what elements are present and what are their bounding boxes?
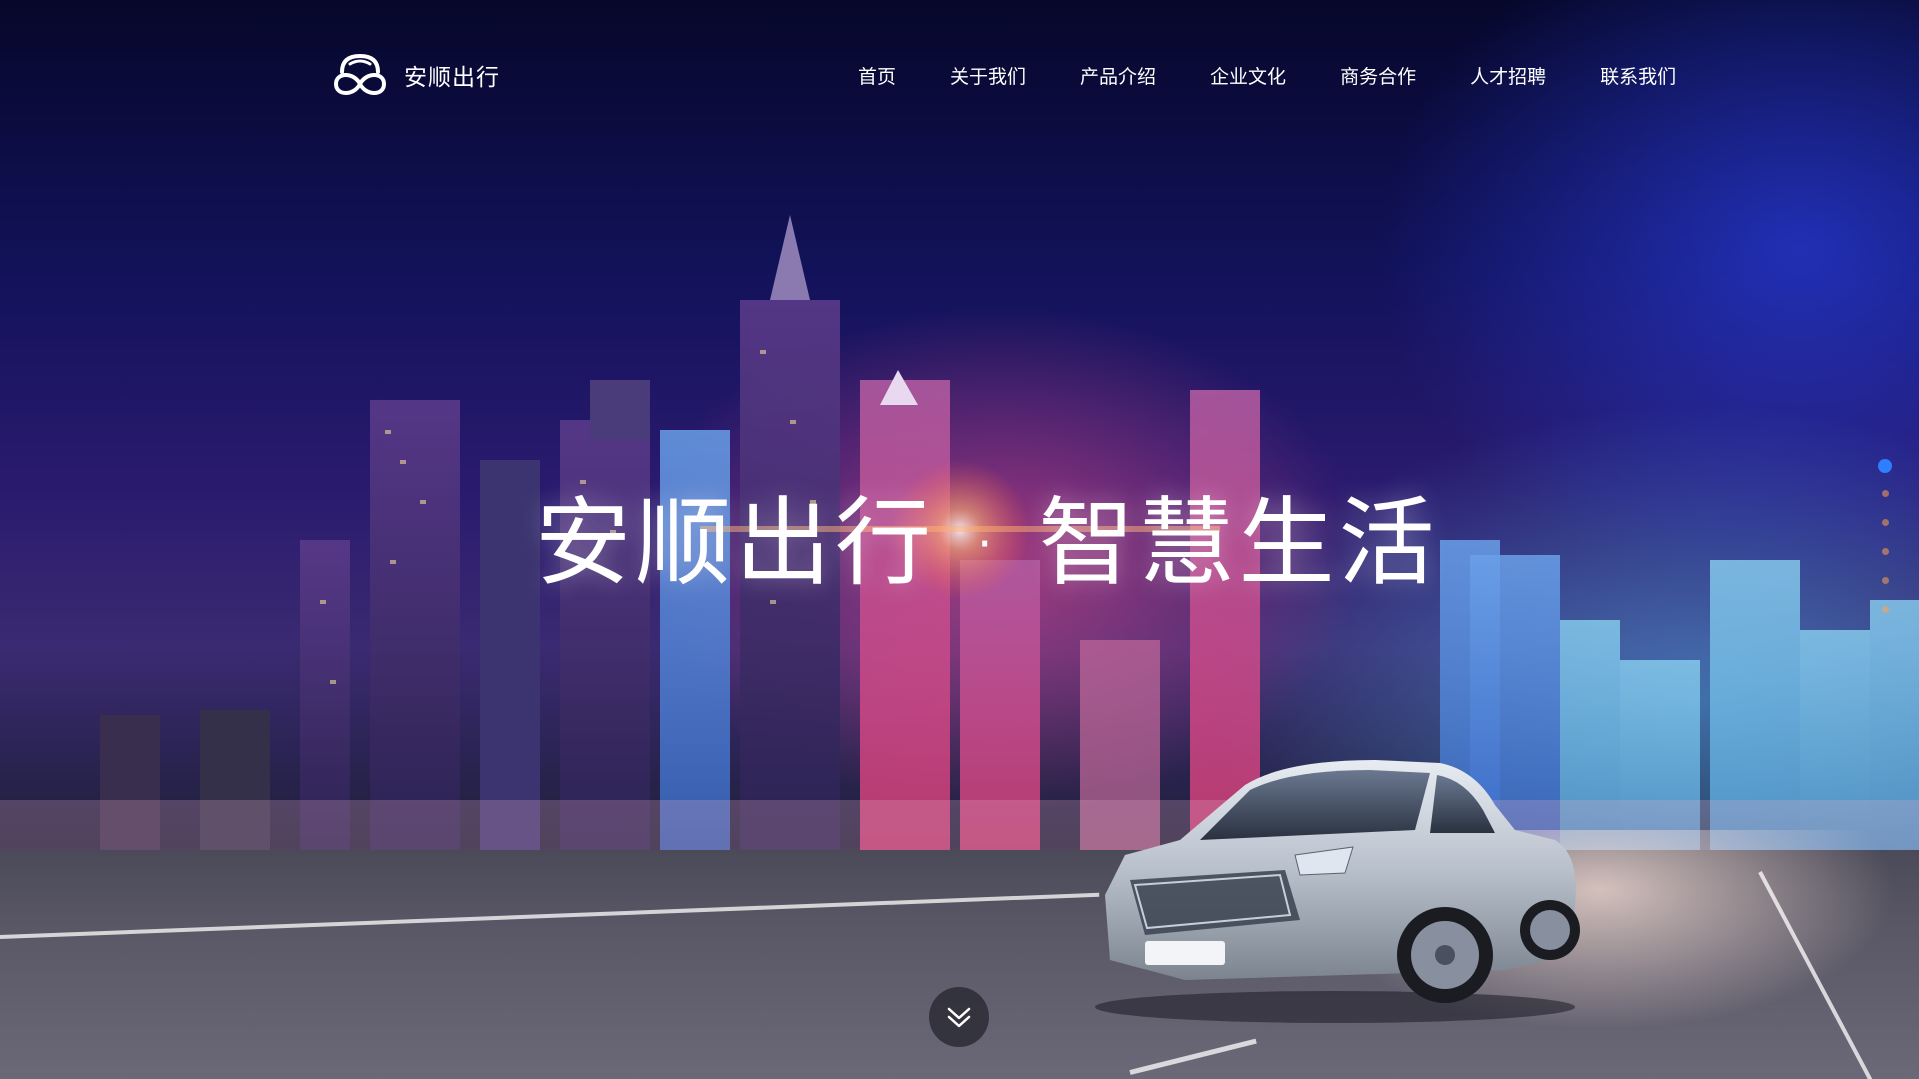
- hero-banner: 安顺出行 首页 关于我们 产品介绍 企业文化 商务合作 人才招聘 联系我们 安顺…: [0, 0, 1919, 1079]
- site-header: 安顺出行 首页 关于我们 产品介绍 企业文化 商务合作 人才招聘 联系我们: [0, 0, 1919, 140]
- brand-logo[interactable]: 安顺出行: [330, 50, 500, 100]
- nav-item-business[interactable]: 商务合作: [1340, 62, 1416, 92]
- pagination-dot[interactable]: [1881, 519, 1889, 526]
- nav-item-home[interactable]: 首页: [858, 62, 896, 92]
- slide-pagination: [1878, 459, 1892, 635]
- scroll-down-button[interactable]: [929, 987, 989, 1047]
- pagination-dot[interactable]: [1881, 577, 1889, 584]
- brand-name: 安顺出行: [404, 65, 500, 91]
- double-chevron-down-icon: [947, 1007, 971, 1028]
- pagination-dot[interactable]: [1881, 606, 1889, 613]
- nav-item-culture[interactable]: 企业文化: [1210, 62, 1286, 92]
- cloud-infinity-logo-icon: [333, 53, 387, 95]
- nav-item-careers[interactable]: 人才招聘: [1470, 62, 1546, 92]
- pagination-dot[interactable]: [1881, 490, 1889, 497]
- car-image: [1095, 760, 1580, 1023]
- nav-item-about[interactable]: 关于我们: [950, 62, 1026, 92]
- nav-item-contact[interactable]: 联系我们: [1600, 62, 1676, 92]
- nav-item-products[interactable]: 产品介绍: [1080, 62, 1156, 92]
- pagination-dot[interactable]: [1878, 459, 1892, 473]
- pagination-dot[interactable]: [1881, 548, 1889, 555]
- main-nav: 首页 关于我们 产品介绍 企业文化 商务合作 人才招聘 联系我们: [858, 62, 1676, 92]
- hero-headline: 安顺出行 · 智慧生活: [535, 487, 1439, 599]
